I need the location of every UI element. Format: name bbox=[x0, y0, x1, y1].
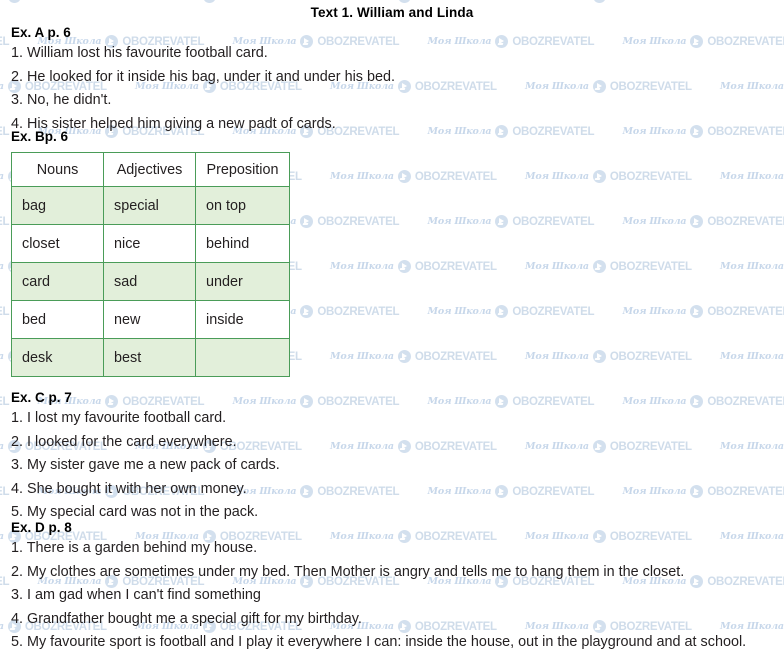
exercise-section-d: Ex. D p. 8 1. There is a garden behind m… bbox=[11, 519, 746, 655]
exercise-d-heading: Ex. D p. 8 bbox=[11, 519, 746, 537]
cell-noun: closet bbox=[12, 225, 104, 263]
vocabulary-table: Nouns Adjectives Preposition bag special… bbox=[11, 152, 290, 377]
answer-line: 3. My sister gave me a new pack of cards… bbox=[11, 454, 280, 478]
column-header-adjectives: Adjectives bbox=[104, 153, 196, 187]
table-header-row: Nouns Adjectives Preposition bbox=[12, 153, 290, 187]
answer-line: 1. There is a garden behind my house. bbox=[11, 537, 746, 561]
cell-adjective: sad bbox=[104, 263, 196, 301]
cell-adjective: special bbox=[104, 187, 196, 225]
table-row: closet nice behind bbox=[12, 225, 290, 263]
answer-line: 1. I lost my favourite football card. bbox=[11, 407, 280, 431]
table-row: desk best bbox=[12, 339, 290, 377]
cell-adjective: new bbox=[104, 301, 196, 339]
table-row: card sad under bbox=[12, 263, 290, 301]
cell-adjective: best bbox=[104, 339, 196, 377]
exercise-section-b: Ex. Bp. 6 Nouns Adjectives Preposition b… bbox=[11, 128, 290, 377]
cell-preposition: inside bbox=[196, 301, 290, 339]
answer-line: 1. William lost his favourite football c… bbox=[11, 42, 395, 66]
page-title: Text 1. William and Linda bbox=[0, 5, 784, 20]
cell-preposition bbox=[196, 339, 290, 377]
table-row: bed new inside bbox=[12, 301, 290, 339]
cell-noun: bag bbox=[12, 187, 104, 225]
answer-line: 4. She bought it with her own money. bbox=[11, 478, 280, 502]
exercise-b-heading: Ex. Bp. 6 bbox=[11, 128, 290, 146]
cell-noun: desk bbox=[12, 339, 104, 377]
document-body: Text 1. William and Linda Ex. A p. 6 1. … bbox=[0, 0, 784, 645]
cell-preposition: behind bbox=[196, 225, 290, 263]
cell-preposition: under bbox=[196, 263, 290, 301]
cell-preposition: on top bbox=[196, 187, 290, 225]
column-header-preposition: Preposition bbox=[196, 153, 290, 187]
table-row: bag special on top bbox=[12, 187, 290, 225]
exercise-section-a: Ex. A p. 6 1. William lost his favourite… bbox=[11, 24, 395, 136]
answer-line: 2. My clothes are sometimes under my bed… bbox=[11, 561, 746, 585]
cell-noun: bed bbox=[12, 301, 104, 339]
answer-line: 3. No, he didn't. bbox=[11, 89, 395, 113]
answer-line: 2. I looked for the card everywhere. bbox=[11, 431, 280, 455]
answer-line: 5. My favourite sport is football and I … bbox=[11, 631, 746, 655]
exercise-a-heading: Ex. A p. 6 bbox=[11, 24, 395, 42]
exercise-c-heading: Ex. C p. 7 bbox=[11, 389, 280, 407]
cell-noun: card bbox=[12, 263, 104, 301]
answer-line: 3. I am gad when I can't find something bbox=[11, 584, 746, 608]
answer-line: 4. Grandfather bought me a special gift … bbox=[11, 608, 746, 632]
column-header-nouns: Nouns bbox=[12, 153, 104, 187]
cell-adjective: nice bbox=[104, 225, 196, 263]
answer-line: 2. He looked for it inside his bag, unde… bbox=[11, 66, 395, 90]
exercise-section-c: Ex. C p. 7 1. I lost my favourite footba… bbox=[11, 389, 280, 525]
